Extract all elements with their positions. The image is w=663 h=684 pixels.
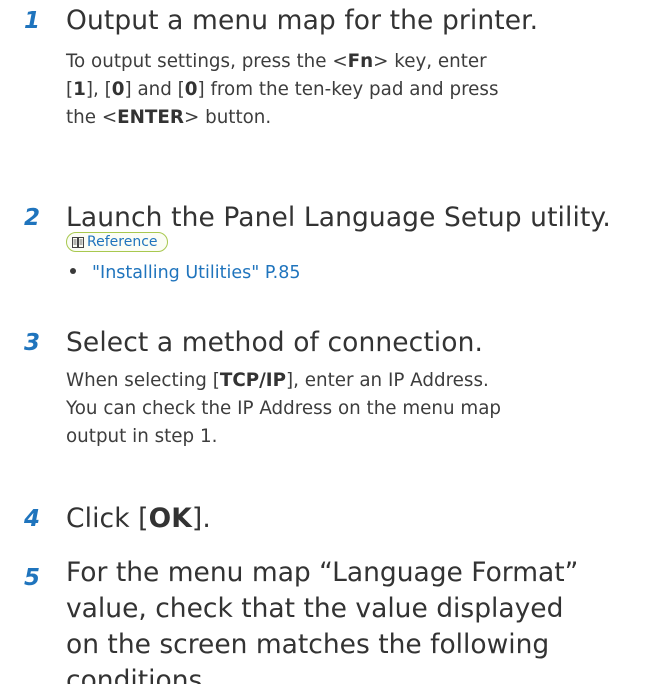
text: To output settings, press the < xyxy=(66,51,348,72)
reference-link-item[interactable]: "Installing Utilities" P.85 xyxy=(70,263,301,283)
text: ] from the ten-key pad and press xyxy=(197,79,499,100)
step-number: 1 xyxy=(24,8,41,34)
reference-link[interactable]: "Installing Utilities" P.85 xyxy=(92,263,301,283)
step-number: 2 xyxy=(24,205,41,231)
key-1: 1 xyxy=(73,79,86,100)
text: ], enter an IP Address. xyxy=(286,370,489,391)
bullet-icon xyxy=(70,268,76,274)
text: value, check that the value displayed xyxy=(66,593,564,624)
step-body: To output settings, press the <Fn> key, … xyxy=(66,48,656,132)
text: > button. xyxy=(183,107,272,128)
text: ], [ xyxy=(85,79,112,100)
key-ok: OK xyxy=(148,503,192,534)
book-icon xyxy=(72,236,84,248)
text: Click [ xyxy=(66,503,149,534)
text: You can check the IP Address on the menu… xyxy=(66,398,502,419)
text: output in step 1. xyxy=(66,426,218,447)
step-number: 5 xyxy=(24,565,41,591)
step-number: 4 xyxy=(24,506,41,532)
reference-badge[interactable]: Reference xyxy=(66,232,168,252)
step-title: Output a menu map for the printer. xyxy=(66,5,539,36)
key-0: 0 xyxy=(184,79,198,100)
text: When selecting [ xyxy=(66,370,220,391)
step-title: Launch the Panel Language Setup utility. xyxy=(66,202,611,233)
text: For the menu map “Language Format” xyxy=(66,557,579,588)
step-number: 3 xyxy=(24,330,41,356)
step-title: Select a method of connection. xyxy=(66,327,483,358)
text: on the screen matches the following xyxy=(66,629,550,660)
key-fn: Fn xyxy=(347,51,374,72)
key-tcpip: TCP/IP xyxy=(219,370,287,391)
step-text: For the menu map “Language Format” value… xyxy=(66,555,656,684)
text: ]. xyxy=(191,503,211,534)
step-body: When selecting [TCP/IP], enter an IP Add… xyxy=(66,367,656,451)
step-title: Click [OK]. xyxy=(66,503,211,534)
text: ] and [ xyxy=(124,79,185,100)
text: conditions. xyxy=(66,665,211,684)
text: > key, enter xyxy=(373,51,487,72)
reference-label: Reference xyxy=(87,234,158,250)
text: the < xyxy=(66,107,118,128)
key-enter: ENTER xyxy=(117,107,184,128)
key-0: 0 xyxy=(111,79,125,100)
